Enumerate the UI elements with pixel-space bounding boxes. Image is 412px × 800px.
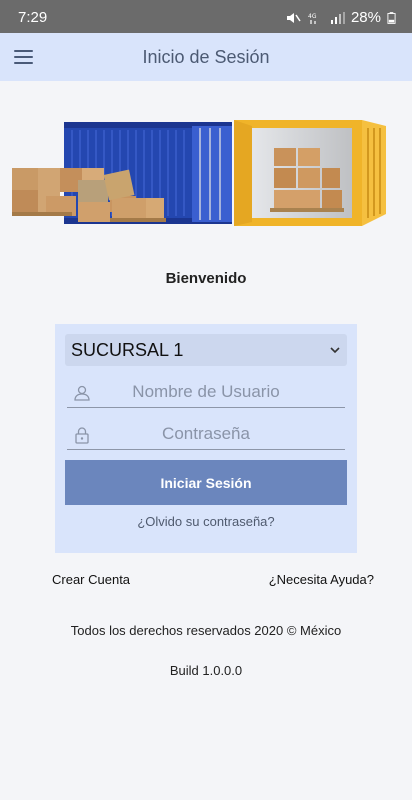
password-placeholder: Contraseña — [162, 424, 250, 443]
username-placeholder: Nombre de Usuario — [132, 382, 280, 401]
branch-select-value: SUCURSAL 1 — [71, 340, 184, 360]
login-card: SUCURSAL 1 Nombre de Usuario Contraseña … — [55, 324, 357, 553]
status-indicators: 4G 28% — [285, 9, 396, 26]
branch-select[interactable]: SUCURSAL 1 — [65, 334, 347, 366]
network-4g-icon: 4G — [308, 13, 317, 24]
hero-containers-image — [12, 120, 386, 226]
app-bar: Inicio de Sesión — [0, 33, 412, 81]
chevron-down-icon — [330, 347, 340, 354]
signal-icon — [330, 11, 345, 24]
svg-text:4G: 4G — [308, 13, 317, 20]
battery-percent: 28% — [350, 9, 381, 26]
create-account-link[interactable]: Crear Cuenta — [52, 572, 130, 587]
welcome-text: Bienvenido — [165, 270, 247, 287]
mute-icon — [286, 12, 301, 23]
password-field[interactable]: Contraseña — [67, 418, 345, 450]
help-link[interactable]: ¿Necesita Ayuda? — [269, 572, 374, 587]
status-bar: 7:29 4G 28% — [0, 0, 412, 33]
username-field[interactable]: Nombre de Usuario — [67, 376, 345, 408]
login-button[interactable]: Iniciar Sesión — [65, 460, 347, 505]
status-time: 7:29 — [18, 9, 48, 26]
page-title: Inicio de Sesión — [142, 47, 270, 67]
copyright-text: Todos los derechos reservados 2020 © Méx… — [70, 623, 342, 638]
forgot-password-link[interactable]: ¿Olvido su contraseña? — [55, 514, 357, 529]
battery-icon — [387, 11, 396, 24]
build-version: Build 1.0.0.0 — [169, 663, 243, 678]
